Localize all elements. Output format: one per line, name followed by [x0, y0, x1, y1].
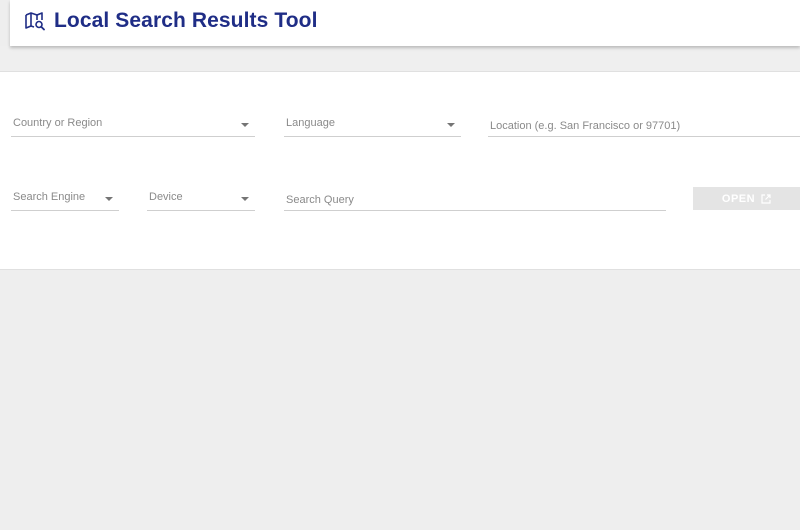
map-search-icon	[25, 11, 45, 31]
open-button[interactable]: OPEN	[693, 187, 800, 210]
app-header: Local Search Results Tool	[10, 0, 800, 46]
dropdown-caret-icon	[241, 197, 249, 201]
open-button-label: OPEN	[721, 192, 756, 205]
search-engine-select[interactable]: Search Engine	[11, 187, 119, 211]
language-label: Language	[286, 117, 335, 129]
open-in-new-icon	[761, 193, 771, 204]
country-region-label: Country or Region	[13, 117, 103, 129]
dropdown-caret-icon	[447, 123, 455, 127]
search-query-input[interactable]	[284, 187, 666, 211]
dropdown-caret-icon	[105, 197, 113, 201]
search-engine-label: Search Engine	[13, 191, 86, 203]
dropdown-caret-icon	[241, 123, 249, 127]
page-title: Local Search Results Tool	[54, 9, 318, 32]
language-select[interactable]: Language	[284, 113, 461, 137]
device-label: Device	[149, 191, 183, 203]
header-spacer	[0, 46, 800, 71]
search-form-panel: Country or Region Language Search Engine…	[0, 71, 800, 270]
country-region-select[interactable]: Country or Region	[11, 113, 255, 137]
location-input[interactable]	[488, 113, 800, 137]
device-select[interactable]: Device	[147, 187, 255, 211]
